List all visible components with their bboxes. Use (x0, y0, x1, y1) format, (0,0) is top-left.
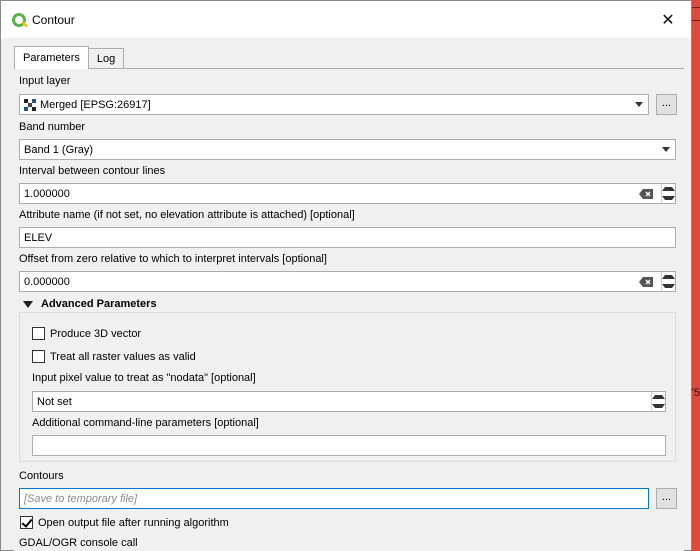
offset-spinbox[interactable]: 0.000000 (19, 271, 676, 292)
advanced-parameters-title: Advanced Parameters (41, 298, 157, 310)
open-output-checkbox[interactable] (20, 516, 33, 529)
attribute-value: ELEV (24, 231, 53, 244)
contours-output-input[interactable]: [Save to temporary file] (19, 488, 649, 509)
parameters-panel: Input layer Merged [EPSG:26917] ... Band… (14, 68, 684, 551)
interval-spinbox[interactable]: 1.000000 (19, 183, 676, 204)
band-label: Band number (19, 121, 86, 133)
treat-valid-option[interactable]: Treat all raster values as valid (32, 350, 196, 363)
input-layer-value: Merged [EPSG:26917] (40, 98, 151, 111)
interval-label: Interval between contour lines (19, 165, 166, 177)
treat-valid-label: Treat all raster values as valid (50, 350, 196, 363)
clear-icon[interactable] (639, 189, 653, 199)
interval-value: 1.000000 (24, 187, 70, 200)
clear-icon[interactable] (639, 277, 653, 287)
contours-browse-button[interactable]: ... (656, 488, 677, 509)
increment-icon[interactable] (662, 274, 675, 279)
raster-layer-icon (24, 98, 36, 111)
offset-value: 0.000000 (24, 275, 70, 288)
input-layer-browse-button[interactable]: ... (656, 94, 677, 115)
tab-log[interactable]: Log (88, 48, 125, 68)
contour-dialog: Contour ✕ Parameters Log Input layer Mer… (0, 0, 692, 551)
attribute-label: Attribute name (if not set, no elevation… (19, 209, 355, 221)
open-output-option[interactable]: Open output file after running algorithm (20, 516, 229, 529)
chevron-down-icon (635, 102, 643, 107)
dialog-title: Contour (32, 12, 75, 27)
advanced-parameters-group: Produce 3D vector Treat all raster value… (19, 312, 676, 462)
qgis-logo-icon (12, 12, 29, 28)
close-button[interactable]: ✕ (645, 1, 691, 38)
band-value: Band 1 (Gray) (24, 143, 94, 156)
extra-params-label: Additional command-line parameters [opti… (32, 417, 259, 429)
chevron-down-icon (662, 147, 670, 152)
nodata-label: Input pixel value to treat as "nodata" [… (32, 372, 256, 384)
decrement-icon[interactable] (662, 196, 675, 201)
interval-stepper[interactable] (661, 184, 675, 203)
attribute-input[interactable]: ELEV (19, 227, 676, 248)
decrement-icon[interactable] (662, 284, 675, 289)
decrement-icon[interactable] (652, 404, 665, 409)
increment-icon[interactable] (652, 394, 665, 399)
nodata-stepper[interactable] (651, 392, 665, 411)
title-bar: Contour ✕ (1, 1, 691, 38)
contours-label: Contours (19, 470, 64, 482)
increment-icon[interactable] (662, 186, 675, 191)
produce-3d-checkbox[interactable] (32, 327, 45, 340)
contours-placeholder: [Save to temporary file] (24, 492, 138, 505)
offset-stepper[interactable] (661, 272, 675, 291)
open-output-label: Open output file after running algorithm (38, 516, 229, 529)
advanced-parameters-toggle[interactable]: Advanced Parameters (23, 298, 157, 310)
tab-parameters[interactable]: Parameters (14, 46, 89, 69)
collapse-arrow-icon (23, 300, 33, 308)
console-call-label: GDAL/OGR console call (19, 537, 138, 549)
tab-bar: Parameters Log (14, 46, 125, 69)
offset-label: Offset from zero relative to which to in… (19, 253, 327, 265)
nodata-spinbox[interactable]: Not set (32, 391, 666, 412)
band-combo[interactable]: Band 1 (Gray) (19, 139, 676, 160)
extra-params-input[interactable] (32, 435, 666, 456)
close-icon: ✕ (661, 11, 675, 29)
input-layer-combo[interactable]: Merged [EPSG:26917] (19, 94, 649, 115)
input-layer-label: Input layer (19, 75, 71, 87)
produce-3d-label: Produce 3D vector (50, 327, 142, 340)
produce-3d-option[interactable]: Produce 3D vector (32, 327, 141, 340)
nodata-value: Not set (37, 395, 72, 408)
treat-valid-checkbox[interactable] (32, 350, 45, 363)
